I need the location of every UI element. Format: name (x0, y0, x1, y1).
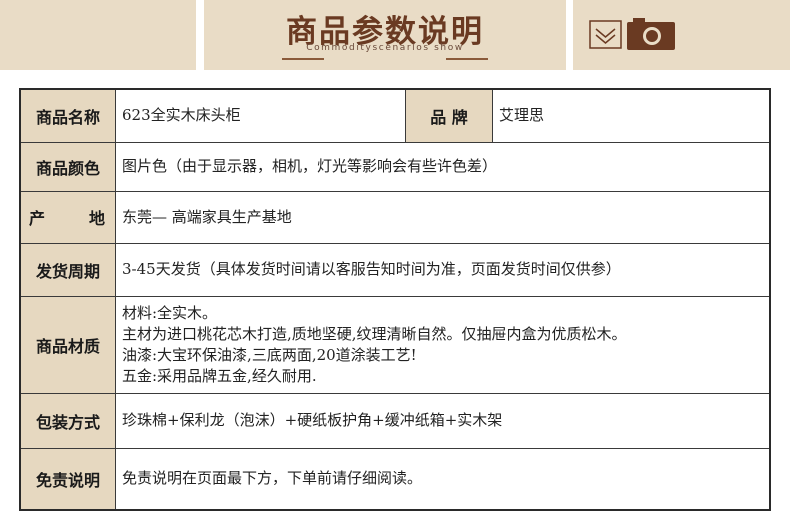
material-line: 材料:全实木。 (122, 303, 218, 322)
material-value: 材料:全实木。 主材为进口桃花芯木打造,质地坚硬,纹理清晰自然。仅抽屉内盒为优质… (115, 295, 771, 394)
table-row: 产 地 东莞— 高端家具生产基地 (19, 190, 771, 244)
page-subtitle: Commodityscenarios show (306, 43, 464, 53)
subtitle-right-line (446, 58, 488, 60)
material-label: 商品材质 (19, 295, 116, 394)
header-band-left (0, 0, 196, 70)
name-value: 623全实木床头柜 (115, 88, 406, 143)
color-label: 商品颜色 (19, 141, 116, 192)
color-value: 图片色（由于显示器，相机，灯光等影响会有些许色差） (115, 141, 771, 192)
camera-icon (627, 18, 675, 50)
brand-label: 品 牌 (405, 88, 493, 143)
name-label: 商品名称 (19, 88, 116, 143)
origin-label: 产 地 (19, 190, 116, 244)
table-row: 免责说明 免责说明在页面最下方，下单前请仔细阅读。 (19, 447, 771, 511)
material-line: 油漆:大宝环保油漆,三底两面,20道涂装工艺! (122, 345, 417, 364)
table-row: 商品颜色 图片色（由于显示器，相机，灯光等影响会有些许色差） (19, 141, 771, 192)
packing-value: 珍珠棉+保利龙（泡沫）+硬纸板护角+缓冲纸箱+实木架 (115, 392, 771, 449)
material-line: 主材为进口桃花芯木打造,质地坚硬,纹理清晰自然。仅抽屉内盒为优质松木。 (122, 324, 627, 343)
packing-label: 包装方式 (19, 392, 116, 449)
disclaimer-value: 免责说明在页面最下方，下单前请仔细阅读。 (115, 447, 771, 511)
spec-table: 商品名称 623全实木床头柜 品 牌 艾理思 商品颜色 图片色（由于显示器，相机… (19, 88, 771, 511)
subtitle-left-line (282, 58, 324, 60)
delivery-label: 发货周期 (19, 242, 116, 297)
envelope-icon (589, 20, 622, 49)
table-row: 发货周期 3-45天发货（具体发货时间请以客服告知时间为准，页面发货时间仅供参） (19, 242, 771, 297)
delivery-value: 3-45天发货（具体发货时间请以客服告知时间为准，页面发货时间仅供参） (115, 242, 771, 297)
table-row: 商品名称 623全实木床头柜 品 牌 艾理思 (19, 88, 771, 143)
header-band-center: 商品参数说明 Commodityscenarios show (204, 0, 566, 70)
table-row: 商品材质 材料:全实木。 主材为进口桃花芯木打造,质地坚硬,纹理清晰自然。仅抽屉… (19, 295, 771, 394)
table-row: 包装方式 珍珠棉+保利龙（泡沫）+硬纸板护角+缓冲纸箱+实木架 (19, 392, 771, 449)
material-line: 五金:采用品牌五金,经久耐用. (122, 366, 317, 385)
origin-value: 东莞— 高端家具生产基地 (115, 190, 771, 244)
disclaimer-label: 免责说明 (19, 447, 116, 511)
brand-value: 艾理思 (492, 88, 771, 143)
